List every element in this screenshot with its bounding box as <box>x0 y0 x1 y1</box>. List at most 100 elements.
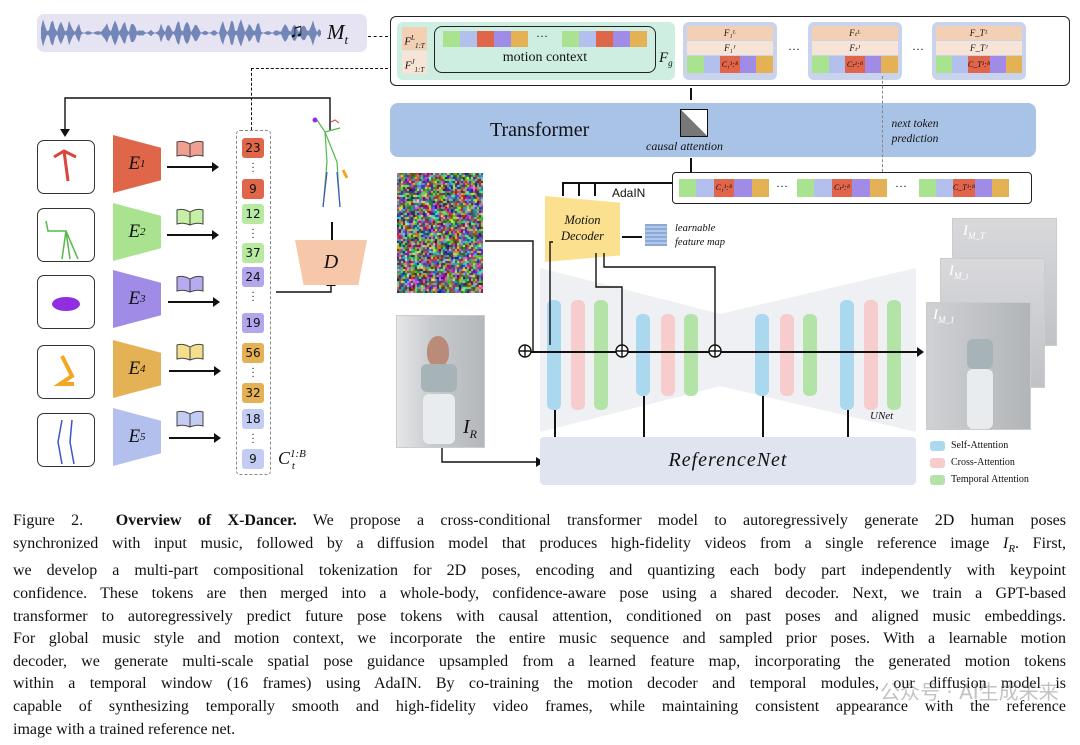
c-token: Cₜ¹:ᴮ <box>832 179 853 197</box>
causal-mask-icon <box>680 109 708 137</box>
self-attention-block <box>755 314 769 396</box>
whole-body-pose <box>305 112 355 212</box>
cross-attention-block <box>864 300 878 410</box>
group-ellipsis: ··· <box>912 42 924 57</box>
encoder-5: E5 <box>113 408 161 466</box>
next-token-label: next token prediction <box>875 117 955 147</box>
token-chip: 9 <box>242 449 264 469</box>
token-chip: 32 <box>242 383 264 403</box>
codebook-icon <box>176 343 204 361</box>
token-chip: 19 <box>242 313 264 333</box>
part-face <box>37 275 95 329</box>
arrow-down-1 <box>690 88 692 100</box>
token-ellipsis: ··· <box>251 292 255 304</box>
f-l-token: F₁ᴸ <box>687 26 773 40</box>
token-chip: 37 <box>242 243 264 263</box>
caption-line: For global music style and motion contex… <box>13 628 1066 651</box>
f-l-token: Fₜᴸ <box>812 26 898 40</box>
legend-self-attention: Self-Attention <box>930 440 1008 451</box>
caption-line: transformer to autoregressively predict … <box>13 606 1066 629</box>
music-note-icon: ♫ <box>289 20 304 43</box>
reference-net-label: ReferenceNet <box>540 449 916 472</box>
transformer-block: Transformer causal attention next token … <box>390 103 1036 157</box>
temporal-attention-block <box>887 300 901 410</box>
adain-arrow <box>562 182 564 196</box>
encoder-arrow <box>169 437 219 439</box>
figure-label: Figure 2. <box>13 512 83 529</box>
token-ellipsis: ··· <box>251 229 255 241</box>
token-group-t: Fₜᴸ Fₜᴶ Cₜ¹:ᴮ <box>808 22 902 80</box>
watermark: 公众号 · AI生成未来 <box>880 676 1059 705</box>
encoder-4: E4 <box>113 340 161 398</box>
unet-label: UNet <box>870 410 893 422</box>
token-ellipsis: ··· <box>895 179 907 194</box>
caption-line: decoder, we generate multi-scale spatial… <box>13 651 1066 674</box>
context-tokens-b <box>562 31 647 47</box>
token-ellipsis: ··· <box>776 179 788 194</box>
c-token: Cₜ¹:ᴮ <box>845 56 865 73</box>
token-chip: 23 <box>242 138 264 158</box>
group-ellipsis: ··· <box>788 42 800 57</box>
caption-line: we develop a multi-part compositional to… <box>13 560 1066 583</box>
music-label: Mt <box>327 20 348 48</box>
reference-net: ReferenceNet <box>540 437 916 485</box>
f-j-token: F_Tᴶ <box>936 41 1022 55</box>
token-chip: 9 <box>242 179 264 199</box>
codebook-icon <box>176 208 204 226</box>
codebook-icon <box>176 140 204 158</box>
caption-line: Figure 2. Overview of X-Dancer. We propo… <box>13 510 1066 533</box>
pose-decoder: D <box>295 240 367 285</box>
encoder-arrow <box>167 234 217 236</box>
token-column: 23 · · · 9 12 · · · 37 24 · · · 19 56 · · · 32 18 · · · 9 <box>236 130 271 475</box>
temporal-attention-block <box>803 314 817 396</box>
f-l-token: F_Tᴸ <box>936 26 1022 40</box>
output-frame-1: IM_1 <box>926 302 1031 430</box>
adain-arrow <box>578 182 580 196</box>
motion-context-box: ··· motion context <box>434 26 656 73</box>
part-hand <box>37 345 95 399</box>
token-group-1: F₁ᴸ F₁ᴶ C₁¹:ᴮ <box>683 22 777 80</box>
f-j-label: FJ1:T <box>402 51 427 74</box>
reference-image-label: IR <box>463 416 477 442</box>
encoder-3: E3 <box>113 270 161 328</box>
token-group-T: F_Tᴸ F_Tᴶ C_T¹:ᴮ <box>932 22 1026 80</box>
transformer-label: Transformer <box>490 119 589 142</box>
codebook-icon <box>176 410 204 428</box>
caption-text: We propose a cross-conditional transform… <box>313 512 1066 529</box>
music-dashed-arrow <box>368 36 388 37</box>
caption-line: confidence. These tokens are then merged… <box>13 583 1066 606</box>
encoder-2: E2 <box>113 203 161 261</box>
encoder-arrow <box>167 166 217 168</box>
reference-arrow <box>440 448 545 468</box>
encoder-arrow <box>169 370 219 372</box>
caption-line: image with a trained reference net. <box>13 719 1066 742</box>
adain-label: AdaIN <box>612 186 645 200</box>
caption-title: Overview of X-Dancer. <box>116 512 297 529</box>
noise-latent-image <box>397 173 483 293</box>
arrow-down-2 <box>690 158 692 172</box>
decoder-to-pose-arrow <box>331 222 333 240</box>
cross-attention-block <box>780 314 794 396</box>
token-column-label: C1:Bt <box>278 448 295 472</box>
fg-label: Fg <box>659 50 673 68</box>
legend-cross-attention: Cross-Attention <box>930 457 1015 468</box>
token-ellipsis: ··· <box>251 434 255 446</box>
context-tokens-a <box>443 31 528 47</box>
feedback-arrow <box>60 95 335 140</box>
refnet-arrow <box>847 410 849 437</box>
token-chip: 56 <box>242 343 264 363</box>
token-ellipsis: ··· <box>251 368 255 380</box>
figure-caption: Figure 2. Overview of X-Dancer. We propo… <box>13 510 1066 741</box>
token-chip: 24 <box>242 267 264 287</box>
waveform-graphic <box>41 14 321 52</box>
codebook-icon <box>176 275 204 293</box>
c-token: C₁¹:ᴮ <box>720 56 740 73</box>
caption-line: synchronized with input music, followed … <box>13 533 1066 561</box>
self-attention-block <box>840 300 854 410</box>
c-token: C_T¹:ᴮ <box>953 179 975 197</box>
f-j-token: Fₜᴶ <box>812 41 898 55</box>
token-chip: 18 <box>242 409 264 429</box>
token-chip: 12 <box>242 204 264 224</box>
context-ellipsis: ··· <box>536 29 548 44</box>
refnet-arrow <box>554 410 556 437</box>
